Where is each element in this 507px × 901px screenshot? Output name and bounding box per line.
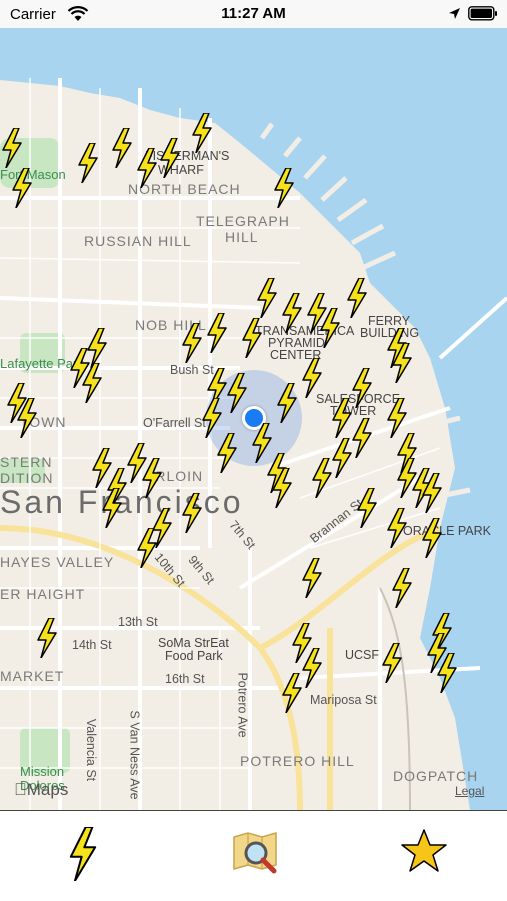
- charging-station-marker[interactable]: [390, 568, 414, 608]
- label-ofarrell-st: O'Farrell St: [143, 416, 206, 430]
- legal-link[interactable]: Legal: [455, 784, 484, 798]
- charging-station-marker[interactable]: [80, 363, 104, 403]
- charging-station-marker[interactable]: [76, 143, 100, 183]
- charging-station-marker[interactable]: [158, 138, 182, 178]
- maps-logo-text: Maps: [14, 780, 69, 799]
- map-view[interactable]: NORTH BEACH TELEGRAPH HILL RUSSIAN HILL …: [0, 28, 507, 810]
- label-hill: HILL: [225, 229, 259, 245]
- charging-station-marker[interactable]: [240, 318, 264, 358]
- charging-station-marker[interactable]: [330, 438, 354, 478]
- charging-station-marker[interactable]: [215, 433, 239, 473]
- charging-station-marker[interactable]: [385, 398, 409, 438]
- label-dogpatch: DOGPATCH: [393, 768, 479, 784]
- label-valencia-st: Valencia St: [84, 718, 99, 782]
- lightning-bolt-icon: [69, 827, 97, 881]
- label-13th-st: 13th St: [118, 615, 158, 629]
- label-s-van-ness-ave: S Van Ness Ave: [127, 710, 142, 800]
- charging-station-marker[interactable]: [110, 128, 134, 168]
- charging-station-marker[interactable]: [280, 673, 304, 713]
- search-map-tab[interactable]: [190, 811, 310, 901]
- battery-icon: [468, 6, 497, 21]
- label-oracle-park: ORACLE PARK: [403, 524, 491, 538]
- apple-maps-logo: Maps: [14, 780, 68, 800]
- label-soma-streat: SoMa StrEat: [158, 636, 229, 650]
- label-ucsf: UCSF: [345, 648, 380, 662]
- label-mariposa-st: Mariposa St: [310, 693, 377, 707]
- charging-station-marker[interactable]: [355, 488, 379, 528]
- charging-station-marker[interactable]: [272, 168, 296, 208]
- charging-station-marker[interactable]: [180, 323, 204, 363]
- label-dition: DITION: [0, 470, 54, 486]
- charging-station-marker[interactable]: [35, 618, 59, 658]
- charging-station-marker[interactable]: [135, 148, 159, 188]
- charging-station-marker[interactable]: [180, 493, 204, 533]
- status-bar: Carrier 11:27 AM: [0, 0, 507, 28]
- charging-station-marker[interactable]: [435, 653, 459, 693]
- charging-station-marker[interactable]: [200, 398, 224, 438]
- charging-station-marker[interactable]: [280, 293, 304, 333]
- charging-station-marker[interactable]: [300, 558, 324, 598]
- charging-station-marker[interactable]: [380, 643, 404, 683]
- label-telegraph: TELEGRAPH: [196, 213, 290, 229]
- charging-stations-tab[interactable]: [25, 811, 145, 901]
- charging-station-marker[interactable]: [0, 128, 24, 168]
- charging-station-marker[interactable]: [225, 373, 249, 413]
- tab-bar: [0, 810, 507, 900]
- charging-station-marker[interactable]: [420, 473, 444, 513]
- charging-station-marker[interactable]: [300, 358, 324, 398]
- clock: 11:27 AM: [221, 5, 286, 22]
- charging-station-marker[interactable]: [135, 528, 159, 568]
- charging-station-marker[interactable]: [385, 508, 409, 548]
- label-hayes-valley: HAYES VALLEY: [0, 554, 115, 570]
- location-arrow-icon: [449, 8, 460, 19]
- star-icon: [401, 829, 447, 872]
- charging-station-marker[interactable]: [318, 308, 342, 348]
- label-14th-st: 14th St: [72, 638, 112, 652]
- charging-station-marker[interactable]: [255, 278, 279, 318]
- charging-station-marker[interactable]: [420, 518, 444, 558]
- label-16th-st: 16th St: [165, 672, 205, 686]
- label-potrero-hill: POTRERO HILL: [240, 753, 355, 769]
- favorites-tab[interactable]: [360, 811, 480, 901]
- charging-station-marker[interactable]: [205, 313, 229, 353]
- label-russian-hill: RUSSIAN HILL: [84, 233, 192, 249]
- label-mission: Mission: [20, 764, 65, 779]
- charging-station-marker[interactable]: [345, 278, 369, 318]
- charging-station-marker[interactable]: [10, 168, 34, 208]
- charging-station-marker[interactable]: [100, 488, 124, 528]
- label-lower-haight: ER HAIGHT: [0, 586, 86, 602]
- charging-station-marker[interactable]: [275, 383, 299, 423]
- label-potrero-ave: Potrero Ave: [235, 672, 250, 738]
- map-search-icon: [233, 832, 277, 874]
- charging-station-marker[interactable]: [270, 468, 294, 508]
- charging-station-marker[interactable]: [15, 398, 39, 438]
- charging-station-marker[interactable]: [140, 458, 164, 498]
- label-food-park: Food Park: [165, 649, 223, 663]
- label-market: MARKET: [0, 668, 65, 684]
- label-stern: STERN: [0, 454, 53, 470]
- charging-station-marker[interactable]: [390, 343, 414, 383]
- charging-station-marker[interactable]: [85, 328, 109, 368]
- charging-station-marker[interactable]: [190, 113, 214, 153]
